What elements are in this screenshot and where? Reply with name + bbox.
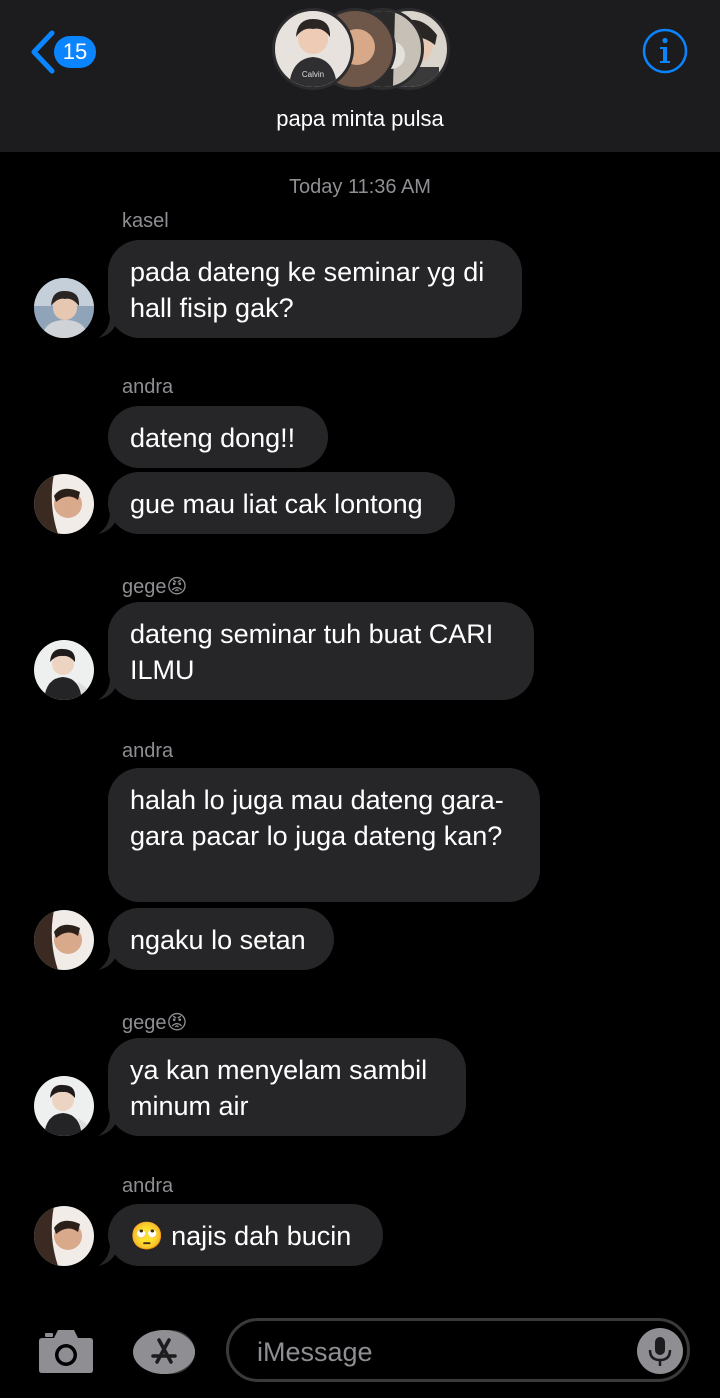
avatar[interactable] — [34, 1076, 94, 1136]
microphone-icon — [648, 1337, 672, 1366]
sender-name: andra — [122, 1175, 174, 1197]
message-bubble[interactable]: 🙄 najis dah bucin — [108, 1204, 383, 1266]
bubble-tail — [98, 678, 118, 700]
group-avatar-1: Calvin — [272, 8, 354, 90]
microphone-button[interactable] — [637, 1328, 683, 1374]
avatar[interactable] — [34, 1206, 94, 1266]
message-input[interactable] — [255, 1331, 639, 1373]
bubble-tail — [98, 948, 118, 970]
message-input-field[interactable] — [226, 1318, 690, 1382]
message-bubble[interactable]: pada dateng ke seminar yg di hall fisip … — [108, 240, 522, 338]
group-avatars[interactable]: Calvin — [270, 8, 450, 94]
conversation-header: 15 Calvin papa minta pulsa — [0, 0, 720, 152]
avatar[interactable] — [34, 640, 94, 700]
app-store-icon[interactable] — [131, 1328, 197, 1376]
avatar[interactable] — [34, 474, 94, 534]
message-bubble[interactable]: ngaku lo setan — [108, 908, 334, 970]
unread-badge: 15 — [54, 36, 96, 68]
back-chevron-icon — [31, 30, 55, 74]
avatar[interactable] — [34, 278, 94, 338]
message-bubble[interactable]: dateng dong!! — [108, 406, 328, 468]
bubble-tail — [98, 1244, 118, 1266]
avatar-shirt-text: Calvin — [302, 70, 324, 79]
camera-icon[interactable] — [38, 1326, 94, 1374]
message-bubble[interactable]: halah lo juga mau dateng gara-gara pacar… — [108, 768, 540, 902]
back-button[interactable]: 15 — [28, 28, 96, 76]
sender-name: andra — [122, 376, 174, 398]
sender-name: gege😡 — [122, 1012, 188, 1034]
avatar[interactable] — [34, 910, 94, 970]
message-bubble[interactable]: ya kan menyelam sambil minum air — [108, 1038, 466, 1136]
bubble-tail — [98, 316, 118, 338]
message-bubble[interactable]: dateng seminar tuh buat CARI ILMU — [108, 602, 534, 700]
message-timestamp: Today 11:36 AM — [289, 176, 431, 198]
bubble-tail — [98, 512, 118, 534]
message-bubble[interactable]: gue mau liat cak lontong — [108, 472, 455, 534]
info-icon[interactable] — [642, 28, 688, 74]
bubble-tail — [98, 1114, 118, 1136]
group-name[interactable]: papa minta pulsa — [0, 106, 720, 132]
sender-name: andra — [122, 740, 174, 762]
sender-name: kasel — [122, 210, 169, 232]
sender-name: gege😡 — [122, 576, 188, 598]
messages-screen: 15 Calvin papa minta pulsa Today 11:36 A… — [0, 0, 720, 1398]
